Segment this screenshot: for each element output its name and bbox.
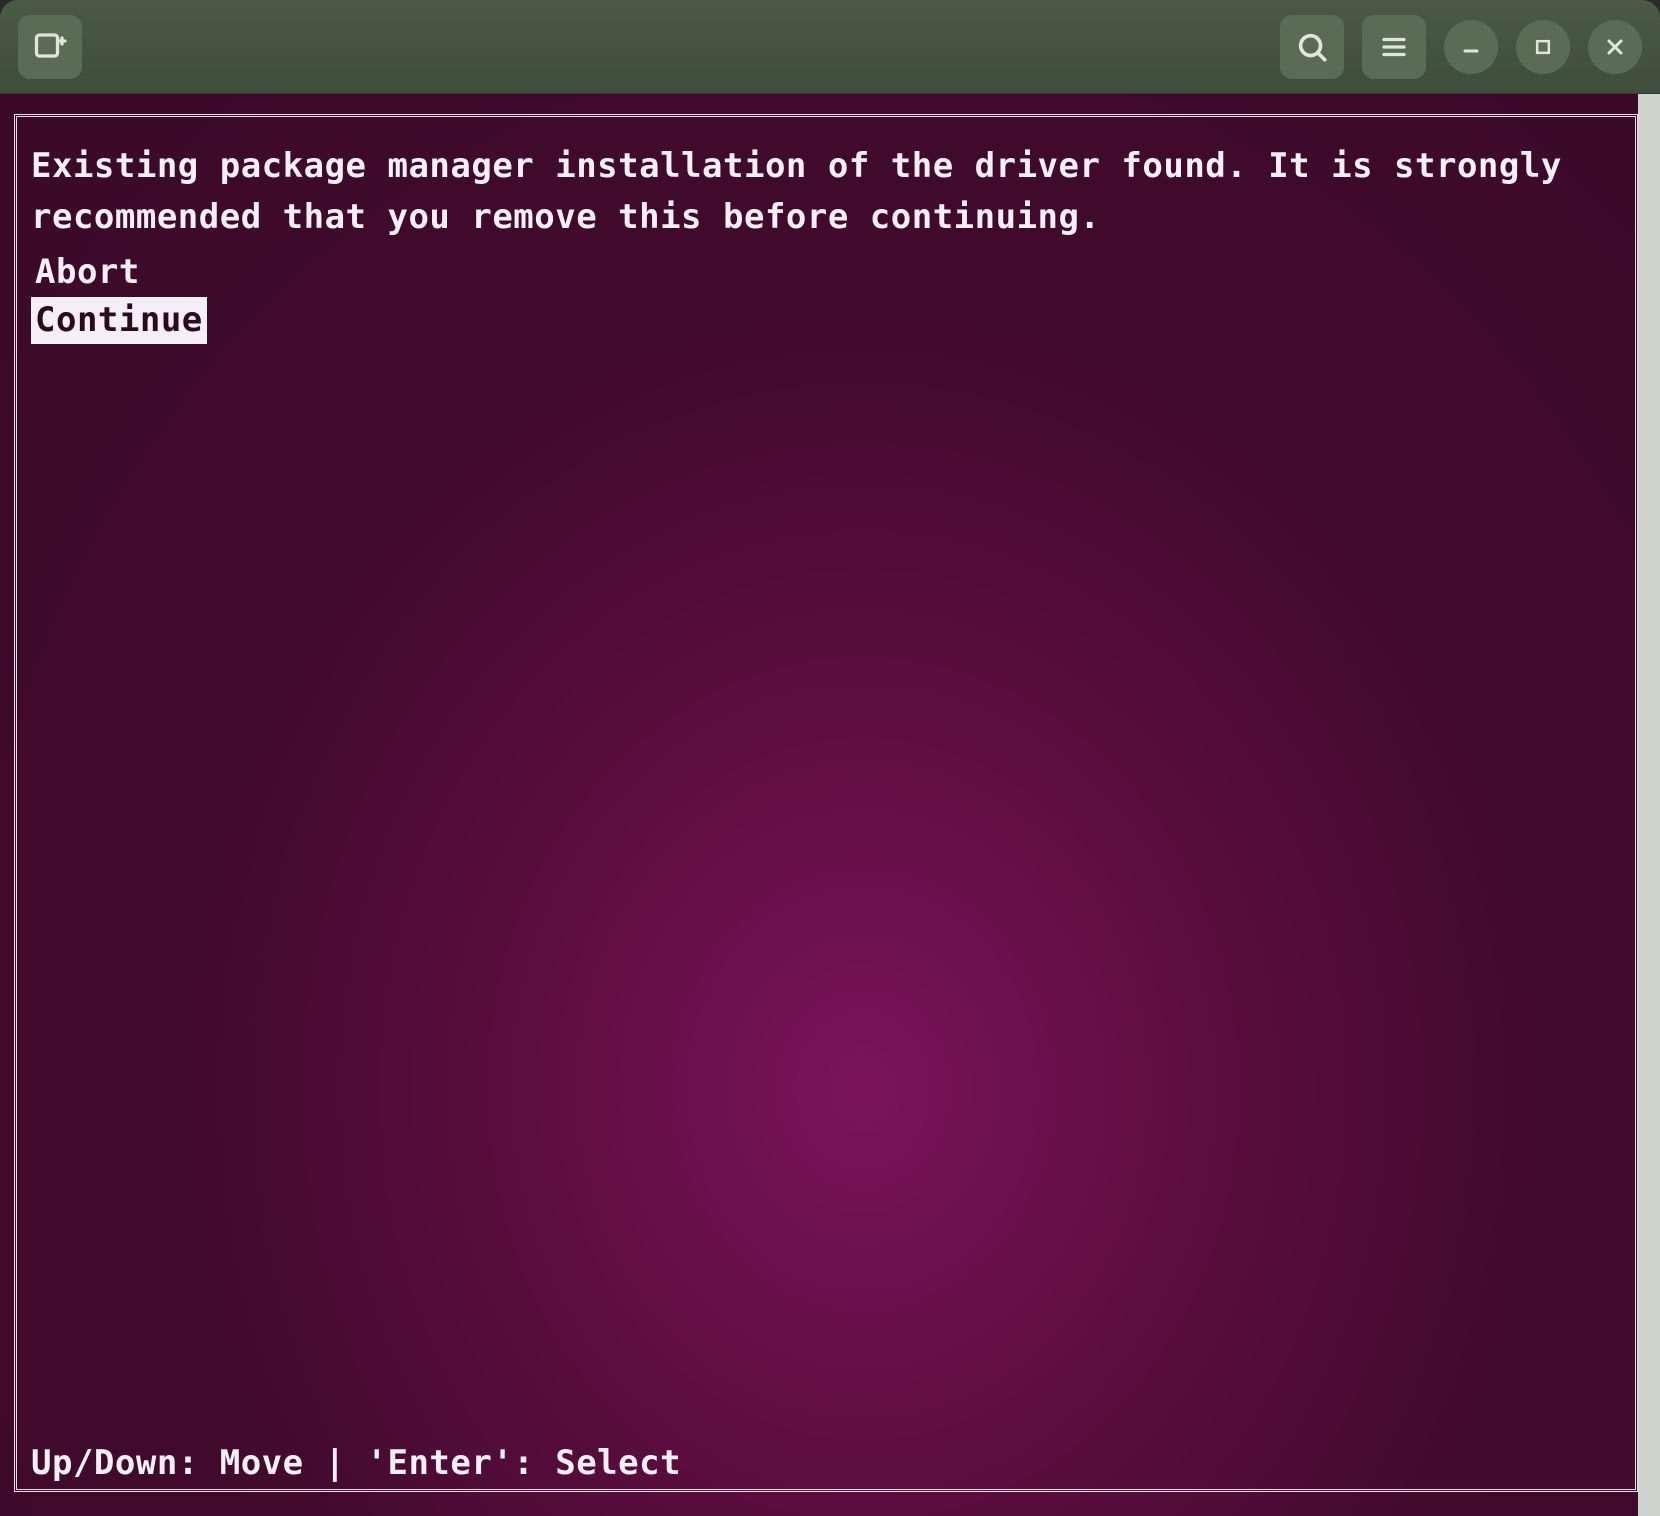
- scrollbar[interactable]: [1638, 94, 1660, 1516]
- ncurses-frame: Existing package manager installation of…: [14, 114, 1638, 1492]
- titlebar-left: [18, 15, 82, 79]
- close-button[interactable]: [1588, 20, 1642, 74]
- close-icon: [1603, 35, 1627, 59]
- dialog-options: Abort Continue: [31, 249, 1621, 344]
- keyboard-hint: Up/Down: Move | 'Enter': Select: [31, 1443, 681, 1483]
- new-tab-button[interactable]: [18, 15, 82, 79]
- minimize-icon: [1459, 35, 1483, 59]
- dialog-message: Existing package manager installation of…: [31, 141, 1621, 243]
- maximize-icon: [1533, 37, 1553, 57]
- terminal-plus-icon: [32, 29, 68, 65]
- search-icon: [1295, 30, 1329, 64]
- titlebar: [0, 0, 1660, 94]
- menu-icon: [1379, 32, 1409, 62]
- option-abort[interactable]: Abort: [31, 249, 144, 297]
- option-continue[interactable]: Continue: [31, 297, 207, 345]
- maximize-button[interactable]: [1516, 20, 1570, 74]
- terminal-viewport[interactable]: Existing package manager installation of…: [0, 94, 1660, 1516]
- titlebar-right: [1280, 15, 1642, 79]
- terminal-body: Existing package manager installation of…: [0, 94, 1660, 1516]
- menu-button[interactable]: [1362, 15, 1426, 79]
- search-button[interactable]: [1280, 15, 1344, 79]
- terminal-window: Existing package manager installation of…: [0, 0, 1660, 1516]
- minimize-button[interactable]: [1444, 20, 1498, 74]
